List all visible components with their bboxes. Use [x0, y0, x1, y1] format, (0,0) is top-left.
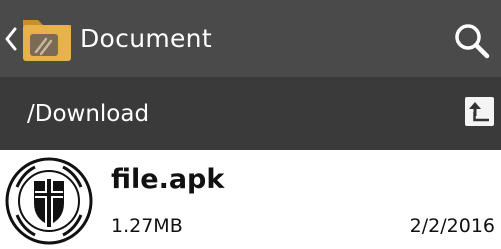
app-title: Document [80, 24, 212, 53]
back-chevron-icon[interactable] [4, 24, 18, 54]
folder-up-button[interactable] [465, 97, 494, 126]
app-bar: Document [0, 0, 501, 77]
file-size: 1.27MB [111, 215, 183, 237]
file-date: 2/2/2016 [409, 215, 495, 237]
school-crest-icon [3, 157, 95, 245]
current-path: /Download [27, 101, 150, 127]
file-name: file.apk [111, 164, 225, 195]
folder-icon[interactable] [20, 11, 74, 65]
folder-up-icon [469, 102, 489, 122]
file-list-item[interactable]: file.apk 1.27MB 2/2/2016 [0, 150, 501, 248]
path-bar: /Download [0, 77, 501, 150]
search-icon[interactable] [452, 21, 492, 61]
